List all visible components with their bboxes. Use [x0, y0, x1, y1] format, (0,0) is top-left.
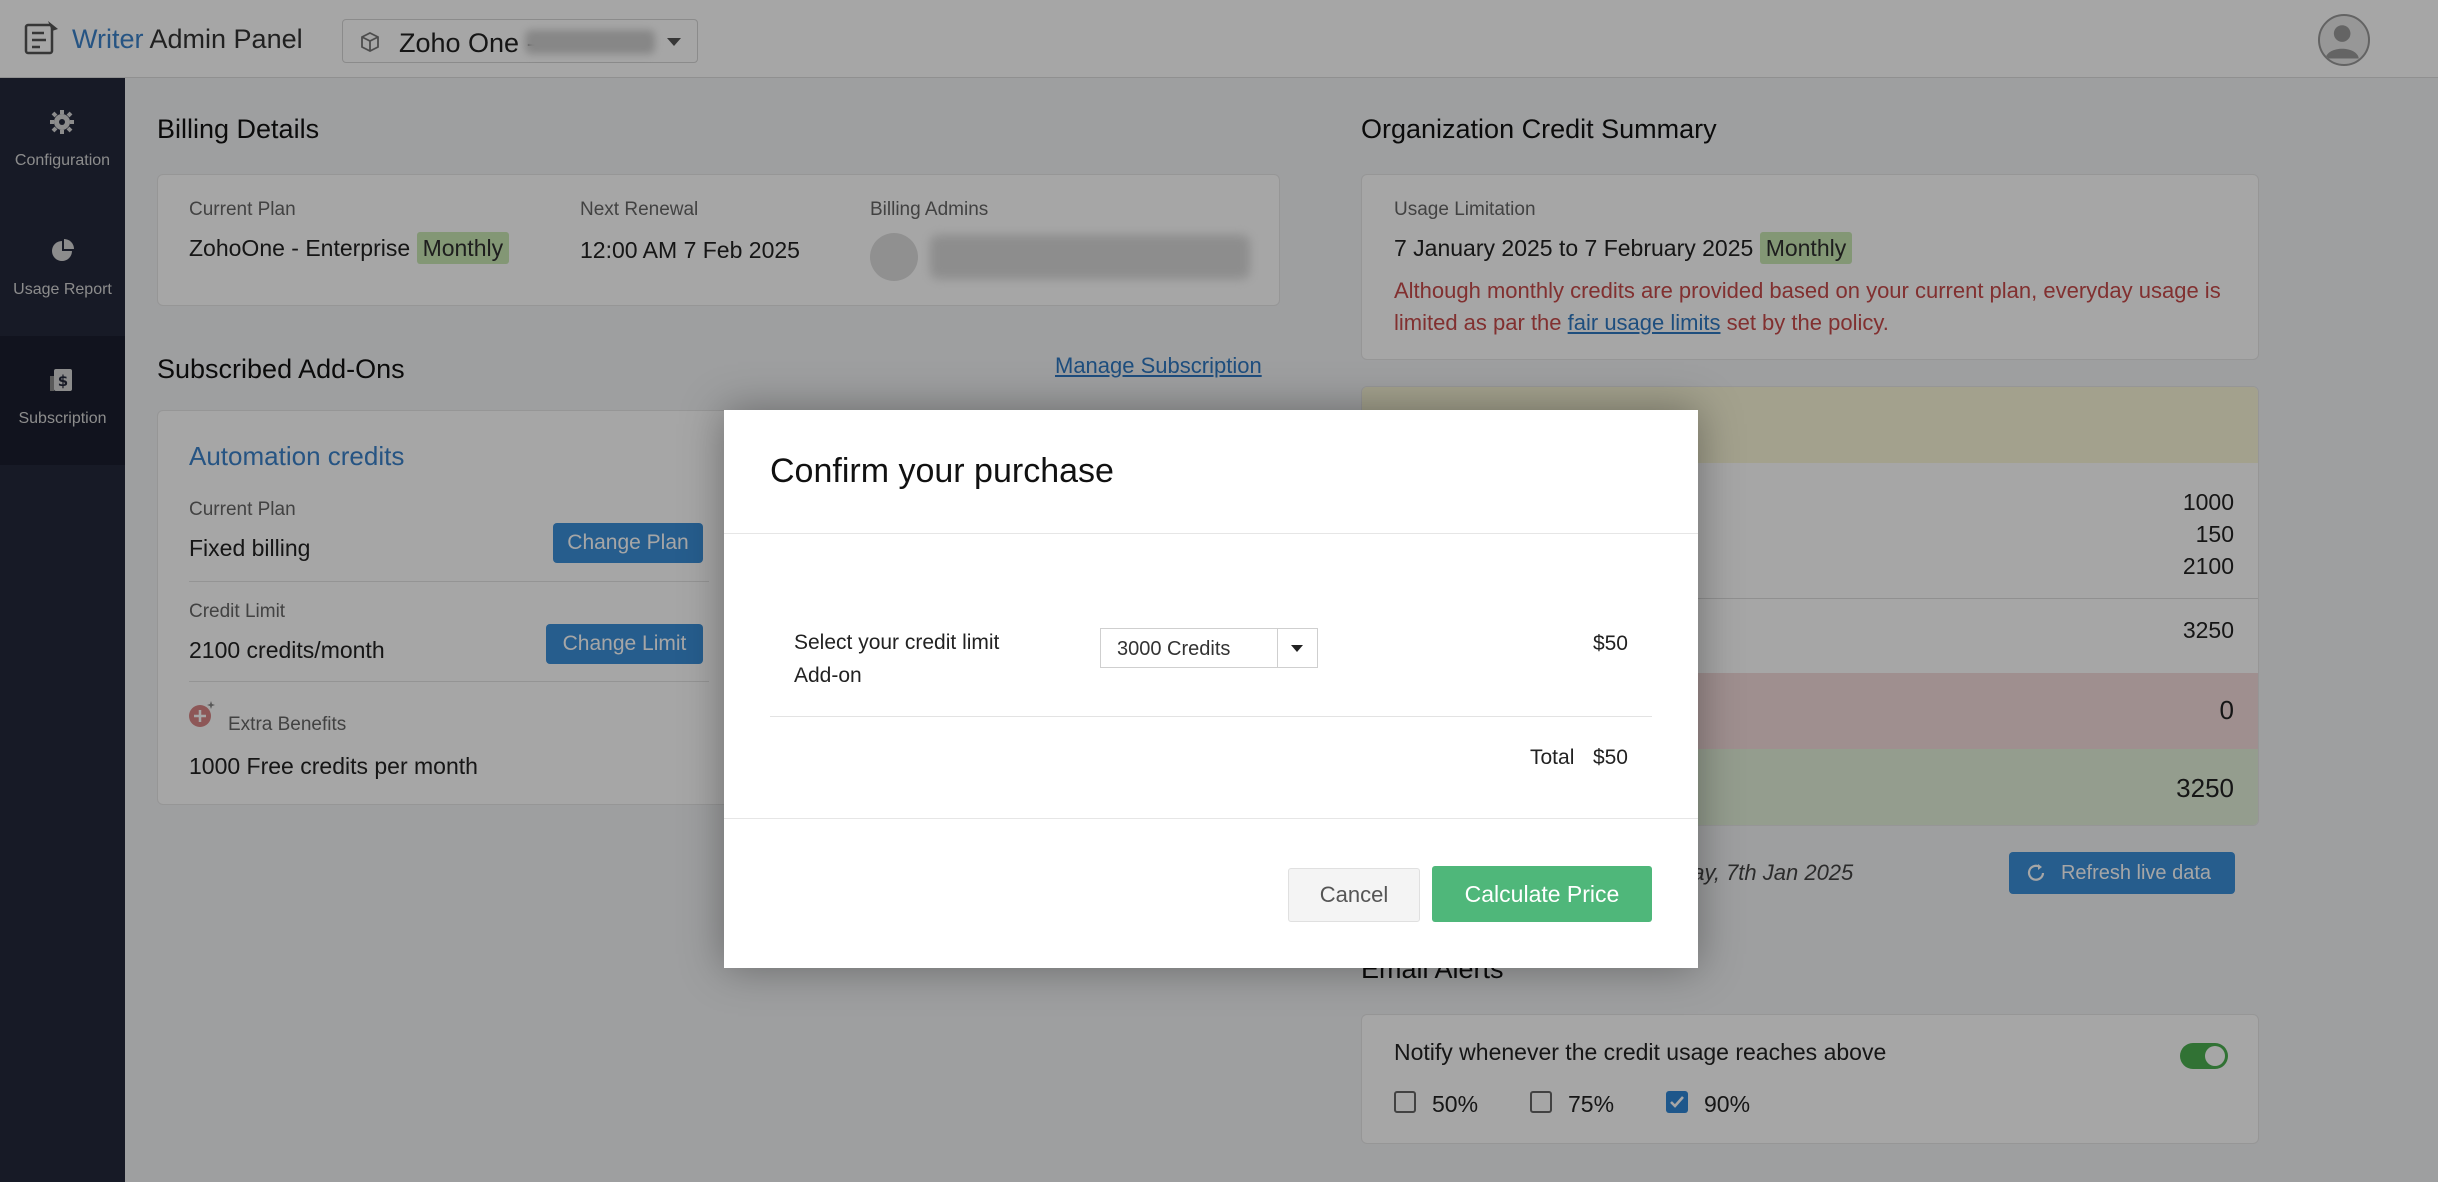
- divider: [724, 818, 1698, 819]
- selected-credit-value: 3000 Credits: [1117, 638, 1231, 660]
- dialog-title: Confirm your purchase: [770, 452, 1114, 490]
- chevron-down-icon: [1291, 645, 1303, 652]
- addon-price: $50: [1592, 632, 1628, 655]
- credit-limit-addon-label: Select your credit limit Add-on: [794, 631, 1000, 687]
- confirm-purchase-dialog: Confirm your purchase Select your credit…: [724, 410, 1698, 968]
- total-value: $50: [1592, 746, 1628, 769]
- total-label: Total: [1530, 746, 1575, 769]
- divider: [770, 716, 1652, 717]
- divider: [724, 533, 1698, 534]
- cancel-button[interactable]: Cancel: [1288, 868, 1420, 922]
- credit-limit-select[interactable]: 3000 Credits: [1100, 628, 1318, 668]
- calculate-price-button[interactable]: Calculate Price: [1432, 866, 1652, 922]
